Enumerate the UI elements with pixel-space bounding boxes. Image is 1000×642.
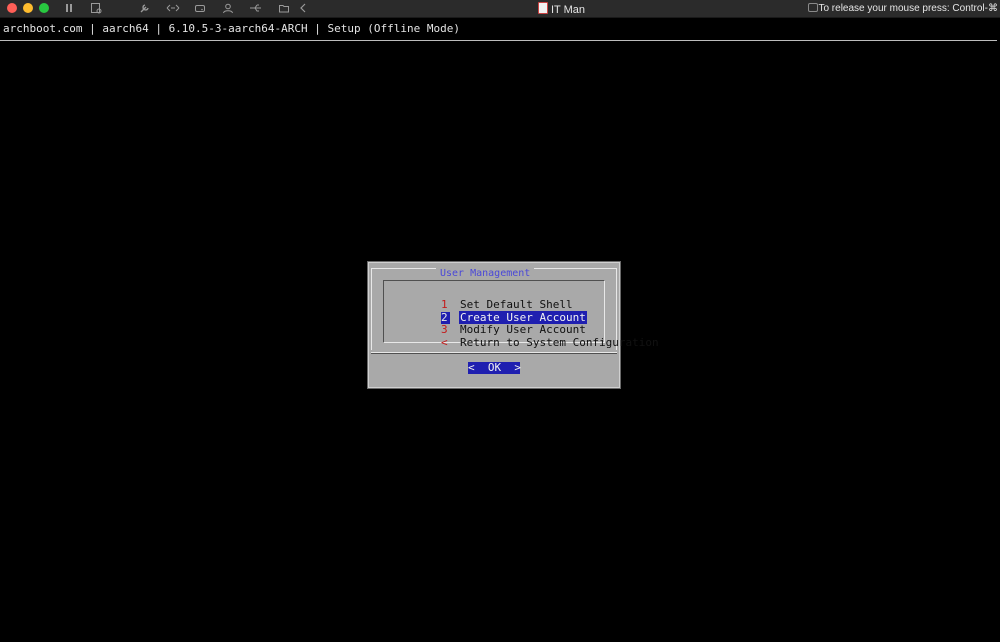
- menu-item-return-to-system-configuration[interactable]: < Return to System Configuration: [388, 325, 660, 349]
- capture-indicator-icon: [808, 3, 818, 12]
- menu-item-set-default-shell[interactable]: 1 Set Default Shell: [388, 287, 574, 311]
- user-management-dialog: User Management 1 Set Default Shell 2 Crea…: [368, 262, 659, 388]
- menu-list: 1 Set Default Shell 2 Create User Account …: [383, 280, 659, 349]
- window-title-text: IT Man: [551, 4, 586, 16]
- ok-button[interactable]: < OK >: [468, 361, 521, 374]
- ok-left-chevron: <: [468, 361, 475, 374]
- usb-icon[interactable]: [249, 2, 263, 14]
- dialog-title: User Management: [436, 268, 535, 279]
- terminal-screen[interactable]: archboot.com | aarch64 | 6.10.5-3-aarch6…: [0, 18, 1000, 642]
- resize-arrows-icon[interactable]: [166, 2, 180, 14]
- app-icon: [538, 2, 548, 14]
- minimize-window-button[interactable]: [23, 3, 33, 13]
- menu-item-label: Return to System Configuration: [459, 336, 659, 349]
- ok-label: OK: [487, 361, 502, 374]
- release-mouse-hint: To release your mouse press: Control-⌘: [818, 3, 998, 14]
- window-title: IT Man: [538, 2, 585, 17]
- status-divider: [0, 40, 997, 41]
- close-window-button[interactable]: [7, 3, 17, 13]
- maximize-window-button[interactable]: [39, 3, 49, 13]
- pause-icon[interactable]: [64, 2, 74, 14]
- menu-item-modify-user-account[interactable]: 3 Modify User Account: [388, 312, 587, 336]
- dialog-separator: [371, 352, 617, 354]
- menu-item-tag: <: [440, 336, 448, 349]
- ok-right-chevron: >: [514, 361, 521, 374]
- menu-item-create-user-account[interactable]: 2 Create User Account: [388, 300, 587, 324]
- snapshot-icon[interactable]: [90, 2, 102, 14]
- vm-titlebar: IT Man To release your mouse press: Cont…: [0, 0, 1000, 18]
- wrench-icon[interactable]: [139, 2, 151, 14]
- folder-share-icon[interactable]: [278, 2, 290, 14]
- back-chevron-icon[interactable]: [299, 2, 307, 14]
- status-line: archboot.com | aarch64 | 6.10.5-3-aarch6…: [3, 22, 460, 35]
- user-icon[interactable]: [222, 2, 234, 14]
- drive-icon[interactable]: [194, 2, 206, 14]
